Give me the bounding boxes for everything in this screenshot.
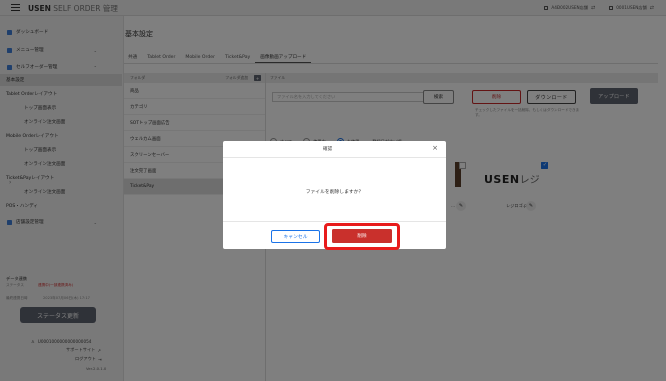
cancel-button[interactable]: キャンセル: [271, 230, 320, 243]
close-icon[interactable]: ×: [432, 144, 438, 152]
dialog-header: 確認 ×: [223, 141, 446, 158]
click-highlight-box: [324, 223, 400, 250]
confirm-dialog: 確認 × ファイルを削除しますか？ キャンセル 削除: [223, 141, 446, 250]
dialog-divider: [223, 221, 446, 222]
dialog-title: 確認: [323, 147, 333, 152]
dialog-message: ファイルを削除しますか？: [305, 190, 364, 195]
